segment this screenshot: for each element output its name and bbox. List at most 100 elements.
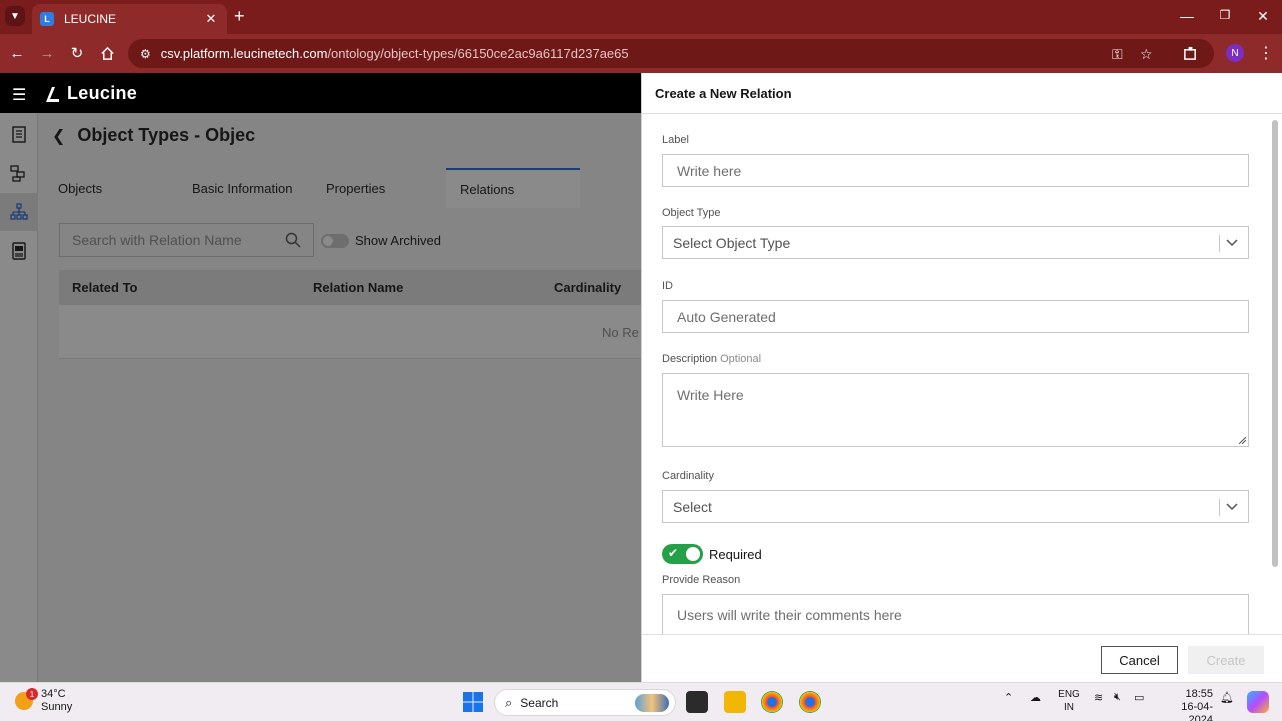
site-info-icon[interactable]: ⚙ [140, 47, 151, 61]
browser-tab-strip: ▼ L LEUCINE ✕ + — ❐ ✕ [0, 0, 1282, 34]
object-type-placeholder: Select Object Type [673, 234, 791, 251]
relations-table-header: Related To Relation Name Cardinality [59, 270, 641, 305]
object-type-field-label: Object Type [662, 207, 721, 219]
reload-icon[interactable]: ↻ [67, 43, 87, 63]
forward-arrow-icon[interactable]: → [37, 43, 57, 63]
required-toggle[interactable]: ✔ [662, 544, 703, 564]
leucine-logo-icon [46, 86, 59, 102]
ontology-nav-icon[interactable] [0, 154, 38, 192]
table-empty-state: No Re [59, 305, 641, 359]
notification-badge: 1 [26, 688, 38, 700]
col-related-to: Related To [72, 280, 138, 295]
resize-handle-icon[interactable] [1239, 437, 1246, 444]
password-key-icon[interactable]: ⚿ [1112, 46, 1123, 63]
copilot-icon[interactable] [1247, 691, 1269, 713]
back-icon[interactable]: ❮ [52, 126, 65, 146]
onedrive-icon[interactable]: ☁ [1030, 691, 1041, 704]
select-divider [1219, 499, 1220, 516]
brand-logo[interactable]: Leucine [42, 83, 137, 104]
tab-basic-information[interactable]: Basic Information [178, 168, 312, 208]
drawer-title: Create a New Relation [642, 73, 1282, 114]
language-indicator[interactable]: ENG IN [1058, 688, 1080, 714]
url-path: /ontology/object-types/66150ce2ac9a6117d… [327, 46, 629, 61]
browser-toolbar: ← → ↻ ⚙ csv.platform.leucinetech.com/ont… [0, 34, 1282, 73]
cancel-button[interactable]: Cancel [1101, 646, 1178, 674]
bookmark-star-icon[interactable]: ☆ [1140, 46, 1153, 63]
show-archived-toggle[interactable]: Show Archived [321, 233, 441, 248]
description-textarea[interactable]: Write Here [662, 373, 1249, 447]
cardinality-select[interactable]: Select [662, 490, 1249, 523]
chrome-icon[interactable] [761, 691, 783, 713]
page-header: ❮ Object Types - Objec [52, 125, 255, 146]
drawer-footer: Cancel Create [642, 634, 1282, 682]
windows-start-icon[interactable] [463, 692, 483, 712]
temperature: 34°C [41, 688, 66, 700]
label-input[interactable]: Write here [662, 154, 1249, 187]
restore-icon[interactable]: ❐ [1215, 8, 1235, 22]
task-view-icon[interactable] [686, 691, 708, 713]
file-explorer-icon[interactable] [724, 691, 746, 713]
brand-name: Leucine [67, 83, 138, 103]
cardinality-field-label: Cardinality [662, 470, 714, 482]
tab-relations[interactable]: Relations [446, 168, 580, 208]
side-navigation [0, 113, 38, 682]
region-code: IN [1064, 702, 1074, 713]
create-button[interactable]: Create [1188, 646, 1264, 674]
wifi-icon[interactable]: ≋ [1094, 691, 1103, 704]
archived-switch[interactable] [321, 233, 349, 248]
hamburger-menu-icon[interactable]: ☰ [12, 85, 26, 105]
drawer-scrollbar[interactable] [1272, 120, 1278, 567]
browser-tab[interactable]: L LEUCINE ✕ [32, 4, 227, 34]
reason-input[interactable]: Users will write their comments here [662, 594, 1249, 634]
url-host: csv.platform.leucinetech.com [160, 46, 328, 61]
tab-objects[interactable]: Objects [44, 168, 178, 208]
minimize-icon[interactable]: — [1177, 8, 1197, 24]
taskbar-search[interactable]: ⌕ Search [494, 689, 676, 716]
chrome-profile-icon[interactable] [799, 691, 821, 713]
search-highlight-art [635, 694, 669, 712]
speaker-muted-icon[interactable]: 🔇︎ [1114, 691, 1121, 704]
browser-menu-icon[interactable]: ⋮ [1258, 43, 1274, 63]
new-tab-icon[interactable]: + [234, 7, 245, 25]
sun-icon: 1 [15, 688, 38, 710]
reason-field-label: Provide Reason [662, 574, 741, 586]
cardinality-placeholder: Select [673, 498, 712, 515]
page-title: Object Types - Objec [77, 125, 256, 145]
windows-taskbar: 1 34°C Sunny ⌕ Search ⌃ ☁ ENG IN ≋ 🔇︎ ▭ … [0, 682, 1282, 721]
weather-widget[interactable]: 1 34°C Sunny [15, 688, 72, 714]
home-icon[interactable] [97, 43, 117, 63]
select-divider [1219, 235, 1220, 252]
label-field-label: Label [662, 134, 689, 146]
clock-date: 16-04-2024 [1181, 701, 1213, 721]
checklist-nav-icon[interactable] [0, 115, 38, 153]
chevron-down-icon[interactable] [1225, 235, 1239, 249]
reports-nav-icon[interactable] [0, 232, 38, 270]
relation-search-input[interactable]: Search with Relation Name [59, 223, 314, 257]
address-bar[interactable]: ⚙ csv.platform.leucinetech.com/ontology/… [128, 39, 1214, 68]
close-window-icon[interactable]: ✕ [1253, 8, 1273, 25]
check-icon: ✔ [668, 546, 679, 560]
show-archived-label: Show Archived [355, 233, 441, 248]
lang-code: ENG [1058, 689, 1080, 700]
tray-chevron-up-icon[interactable]: ⌃ [1004, 691, 1013, 704]
object-type-select[interactable]: Select Object Type [662, 226, 1249, 259]
search-icon: ⌕ [505, 694, 513, 710]
required-toggle-row: ✔ Required [662, 544, 762, 564]
taskbar-search-label: Search [520, 695, 559, 710]
extensions-icon[interactable] [1180, 43, 1200, 63]
battery-icon[interactable]: ▭ [1134, 691, 1144, 704]
tab-title: LEUCINE [64, 12, 117, 26]
empty-text: No Re [602, 325, 639, 340]
description-placeholder: Write Here [677, 387, 744, 403]
back-arrow-icon[interactable]: ← [7, 43, 27, 63]
notification-bell-icon[interactable]: 🔔︎ [1220, 691, 1234, 704]
tab-search-icon[interactable]: ▼ [5, 6, 25, 26]
chevron-down-icon[interactable] [1225, 499, 1239, 513]
system-clock[interactable]: 18:55 16-04-2024 [1161, 688, 1213, 721]
profile-avatar[interactable]: N [1226, 44, 1244, 62]
id-field-label: ID [662, 280, 673, 292]
hierarchy-nav-icon[interactable] [0, 193, 38, 231]
tab-properties[interactable]: Properties [312, 168, 446, 208]
required-label: Required [709, 546, 762, 562]
close-tab-icon[interactable]: ✕ [203, 11, 219, 27]
